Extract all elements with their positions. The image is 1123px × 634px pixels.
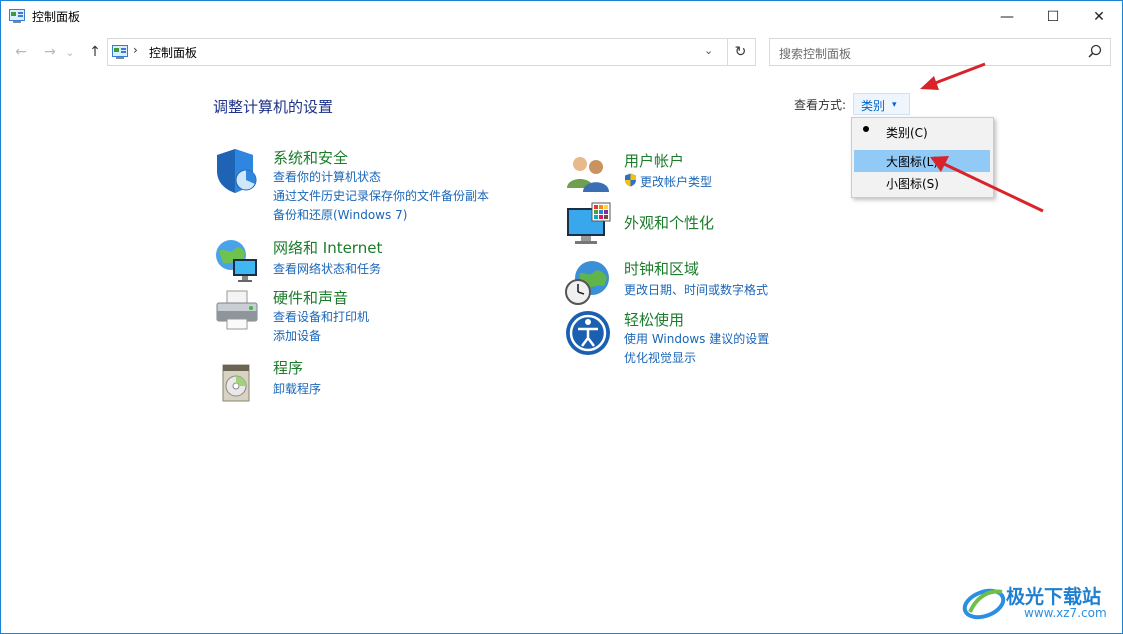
window-title: 控制面板 [32, 10, 81, 24]
title-bar: 控制面板 — ☐ ✕ [1, 1, 1122, 32]
search-placeholder: 搜索控制面板 [779, 47, 852, 61]
category-title[interactable]: 程序 [273, 357, 303, 378]
category-ease-of-access: 轻松使用 使用 Windows 建议的设置 优化视觉显示 [564, 309, 824, 369]
close-button[interactable]: ✕ [1076, 1, 1122, 32]
view-by-label: 查看方式: [794, 98, 847, 112]
breadcrumb-control-panel[interactable]: 控制面板 [149, 44, 197, 61]
category-title[interactable]: 时钟和区域 [624, 258, 699, 279]
control-panel-icon [9, 9, 25, 23]
link-uninstall-program[interactable]: 卸载程序 [273, 380, 321, 397]
printer-icon[interactable] [213, 287, 261, 335]
category-system-security: 系统和安全 查看你的计算机状态 通过文件历史记录保存你的文件备份副本 备份和还原… [213, 147, 533, 227]
clock-globe-icon[interactable] [564, 258, 612, 306]
recent-locations-button[interactable]: ⌄ [63, 42, 77, 62]
dropdown-arrow-icon: ▾ [892, 100, 897, 110]
category-programs: 程序 卸载程序 [213, 357, 533, 405]
shield-icon[interactable] [213, 147, 261, 195]
search-icon[interactable] [1088, 44, 1102, 58]
menu-item-large-icons[interactable]: 大图标(L) [854, 150, 990, 172]
link-backup-restore[interactable]: 备份和还原(Windows 7) [273, 206, 407, 223]
page-title: 调整计算机的设置 [213, 98, 334, 116]
search-input[interactable]: 搜索控制面板 [769, 38, 1111, 66]
menu-item-category[interactable]: 类别(C) [854, 121, 990, 143]
view-by-dropdown[interactable]: 类别 ▾ [853, 93, 910, 115]
network-globe-icon[interactable] [213, 237, 261, 285]
view-by-menu: 类别(C) 大图标(L) 小图标(S) [851, 117, 994, 198]
minimize-button[interactable]: — [984, 1, 1030, 32]
category-hardware-sound: 硬件和声音 查看设备和打印机 添加设备 [213, 287, 533, 347]
link-recommended-settings[interactable]: 使用 Windows 建议的设置 [624, 330, 769, 347]
watermark-logo-icon [962, 588, 1006, 620]
link-view-computer-status[interactable]: 查看你的计算机状态 [273, 168, 381, 185]
category-title[interactable]: 用户帐户 [624, 150, 684, 171]
link-file-history[interactable]: 通过文件历史记录保存你的文件备份副本 [273, 187, 489, 204]
uac-shield-icon [625, 173, 636, 187]
category-title[interactable]: 轻松使用 [624, 309, 684, 330]
menu-item-small-icons[interactable]: 小图标(S) [854, 172, 990, 194]
back-button[interactable]: ← [10, 42, 32, 62]
category-title[interactable]: 网络和 Internet [273, 237, 382, 258]
users-icon[interactable] [564, 150, 612, 198]
category-clock-region: 时钟和区域 更改日期、时间或数字格式 [564, 258, 824, 306]
category-title[interactable]: 硬件和声音 [273, 287, 348, 308]
selected-bullet-icon [863, 126, 869, 132]
category-appearance: 外观和个性化 [564, 202, 824, 250]
chevron-down-icon[interactable]: ⌄ [704, 44, 713, 57]
category-network-internet: 网络和 Internet 查看网络状态和任务 [213, 237, 533, 285]
control-panel-icon [112, 45, 128, 59]
refresh-button[interactable]: ↻ [726, 38, 756, 66]
monitor-palette-icon[interactable] [564, 202, 612, 250]
category-user-accounts: 用户帐户 更改帐户类型 [564, 150, 824, 198]
control-panel-window: 控制面板 — ☐ ✕ ← → ⌄ ↑ › 控制面板 ⌄ ↻ 搜索控制面板 调整计… [0, 0, 1123, 634]
watermark-url: www.xz7.com [1024, 606, 1107, 620]
link-devices-printers[interactable]: 查看设备和打印机 [273, 308, 369, 325]
address-bar[interactable]: › 控制面板 ⌄ [107, 38, 728, 66]
watermark-logo: 极光下载站 www.xz7.com [962, 578, 1118, 626]
up-button[interactable]: ↑ [84, 42, 106, 62]
link-network-status[interactable]: 查看网络状态和任务 [273, 260, 381, 277]
maximize-button[interactable]: ☐ [1030, 1, 1076, 32]
category-title[interactable]: 系统和安全 [273, 147, 348, 168]
link-add-device[interactable]: 添加设备 [273, 327, 321, 344]
breadcrumb-chevron-icon[interactable]: › [133, 43, 138, 57]
link-change-account-type[interactable]: 更改帐户类型 [640, 173, 712, 190]
programs-icon[interactable] [213, 357, 261, 405]
ease-of-access-icon[interactable] [564, 309, 612, 357]
link-optimize-visual-display[interactable]: 优化视觉显示 [624, 349, 696, 366]
forward-button[interactable]: → [39, 42, 61, 62]
watermark-name: 极光下载站 [1006, 586, 1102, 608]
view-by-value: 类别 [861, 99, 886, 113]
category-title[interactable]: 外观和个性化 [624, 212, 714, 233]
link-change-date-time[interactable]: 更改日期、时间或数字格式 [624, 281, 768, 298]
